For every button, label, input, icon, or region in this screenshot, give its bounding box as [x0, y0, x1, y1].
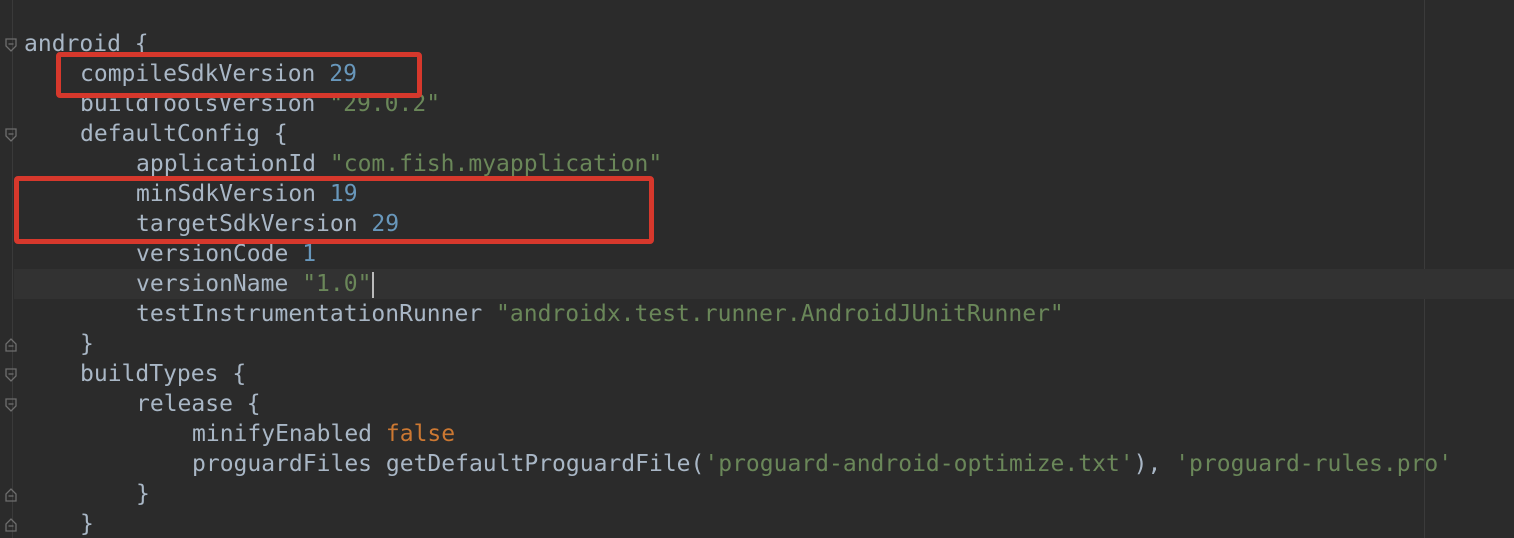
code-brace: { — [260, 121, 288, 147]
code-line[interactable]: defaultConfig { — [80, 119, 288, 149]
code-brace: } — [136, 481, 150, 507]
code-line[interactable]: } — [136, 479, 150, 509]
code-brace: { — [218, 361, 247, 387]
fold-close-icon[interactable] — [4, 488, 18, 502]
highlight-box-sdk-versions — [14, 176, 654, 244]
gutter-divider — [12, 0, 13, 538]
code-string: "androidx.test.runner.AndroidJUnitRunner… — [496, 301, 1064, 327]
code-string: 'proguard-android-optimize.txt' — [704, 451, 1134, 477]
fold-open-icon[interactable] — [4, 368, 18, 382]
code-line[interactable]: buildTypes { — [80, 359, 246, 389]
highlight-box-compile-sdk — [56, 52, 422, 98]
code-string: "1.0" — [302, 271, 372, 297]
code-line[interactable]: proguardFiles getDefaultProguardFile('pr… — [192, 449, 1452, 479]
code-function-call: getDefaultProguardFile( — [385, 451, 705, 477]
code-identifier: release — [136, 391, 233, 417]
fold-close-icon[interactable] — [4, 338, 18, 352]
code-identifier: defaultConfig — [80, 121, 261, 147]
code-identifier: buildTypes — [80, 361, 219, 387]
code-line[interactable]: applicationId "com.fish.myapplication" — [136, 149, 662, 179]
fold-open-icon[interactable] — [4, 128, 18, 142]
code-string: "com.fish.myapplication" — [329, 151, 663, 177]
text-caret — [372, 271, 375, 298]
fold-open-icon[interactable] — [4, 398, 18, 412]
code-line[interactable]: } — [80, 329, 94, 359]
code-identifier: proguardFiles — [192, 451, 373, 477]
code-line[interactable]: testInstrumentationRunner "androidx.test… — [136, 299, 1064, 329]
code-line[interactable]: minifyEnabled false — [192, 419, 455, 449]
code-line[interactable]: } — [80, 509, 94, 538]
code-line[interactable]: versionName "1.0" — [136, 269, 375, 299]
code-brace: } — [80, 331, 94, 357]
code-line[interactable]: release { — [136, 389, 261, 419]
code-identifier: versionCode — [136, 241, 289, 267]
code-identifier: minifyEnabled — [192, 421, 373, 447]
code-identifier: applicationId — [136, 151, 317, 177]
code-number: 1 — [302, 241, 317, 267]
code-brace: { — [232, 391, 261, 417]
code-brace: } — [80, 511, 94, 537]
code-identifier: testInstrumentationRunner — [136, 301, 483, 327]
code-editor[interactable]: android { compileSdkVersion 29 buildTool… — [0, 0, 1514, 538]
code-keyword: false — [385, 421, 456, 447]
fold-close-icon[interactable] — [4, 518, 18, 532]
code-identifier: versionName — [136, 271, 289, 297]
code-punctuation: ), — [1133, 451, 1176, 477]
fold-open-icon[interactable] — [4, 38, 18, 52]
code-string: 'proguard-rules.pro' — [1175, 451, 1453, 477]
